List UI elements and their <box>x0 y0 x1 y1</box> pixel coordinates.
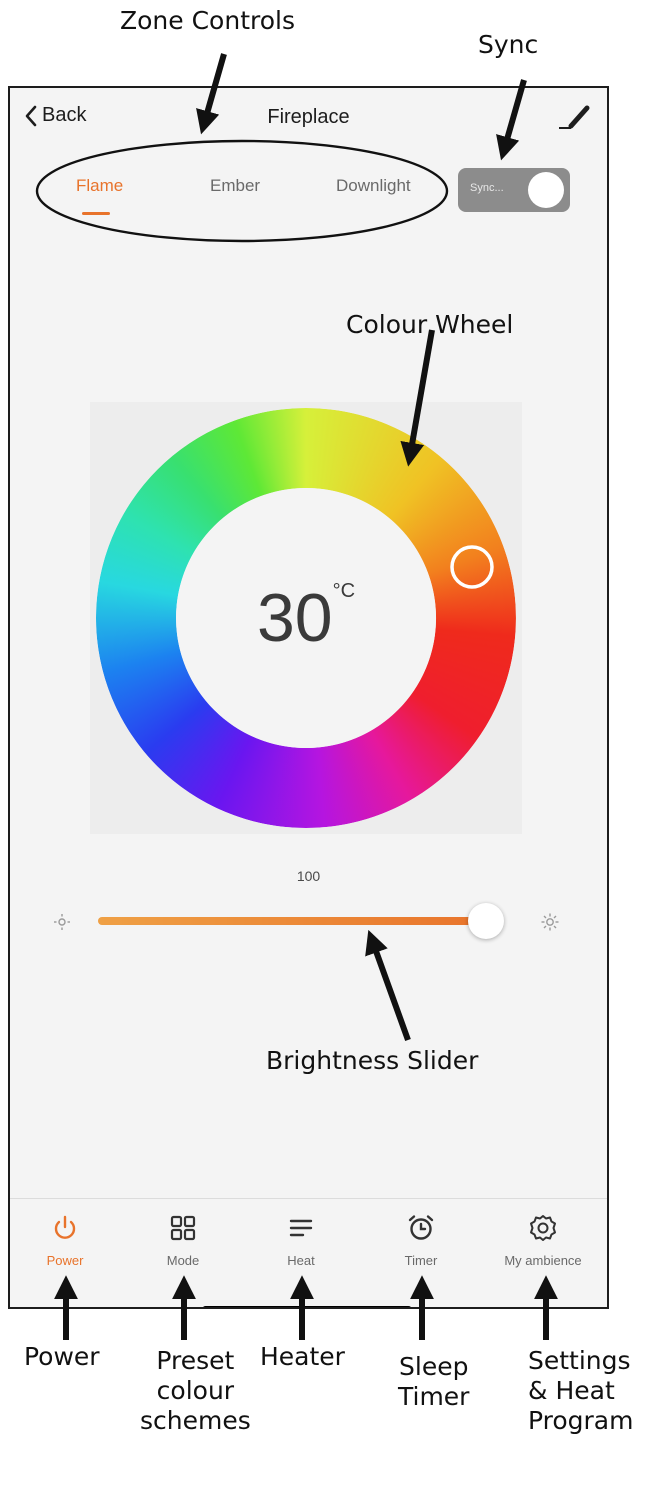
annotation-sleep-line1: Sleep <box>399 1352 469 1381</box>
tabbar-mode-label: Mode <box>166 1253 200 1268</box>
sync-label: Sync... <box>470 182 504 194</box>
annotation-sync: Sync <box>478 30 539 59</box>
annotation-power: Power <box>24 1342 100 1371</box>
bottom-tab-bar: Power Mode Heat Timer My ambience <box>10 1198 607 1307</box>
gear-icon <box>530 1215 556 1241</box>
tab-downlight[interactable]: Downlight <box>336 176 411 196</box>
tabbar-my-ambience-label: My ambience <box>504 1253 582 1268</box>
tabbar-timer[interactable]: Timer <box>366 1213 476 1268</box>
brightness-high-icon <box>541 913 559 931</box>
tab-active-indicator <box>82 212 110 215</box>
annotation-settings-line1: Settings <box>528 1346 631 1375</box>
tab-ember[interactable]: Ember <box>210 176 260 196</box>
annotation-settings-line3: Program <box>528 1406 634 1435</box>
zone-tabs: Flame Ember Downlight <box>40 170 460 220</box>
lines-icon <box>289 1219 313 1237</box>
phone-screen: Back Fireplace Flame Ember Downlight Syn… <box>8 86 609 1309</box>
alarm-clock-icon <box>408 1215 434 1240</box>
annotation-preset-colour-schemes: Preset colour schemes <box>140 1346 251 1436</box>
annotation-brightness-slider: Brightness Slider <box>266 1046 479 1075</box>
tabbar-mode[interactable]: Mode <box>128 1213 238 1268</box>
tabbar-heat-label: Heat <box>287 1253 315 1268</box>
annotation-sleep-line2: Timer <box>398 1382 470 1411</box>
annotation-heater: Heater <box>260 1342 345 1371</box>
page-title: Fireplace <box>267 106 350 128</box>
tabbar-timer-label: Timer <box>404 1253 438 1268</box>
home-indicator <box>202 1306 412 1307</box>
brightness-value: 100 <box>296 868 321 884</box>
annotation-settings-heat-program: Settings & Heat Program <box>528 1346 633 1436</box>
annotation-preset-line2: colour <box>156 1376 235 1405</box>
pen-icon[interactable] <box>557 102 591 132</box>
annotation-colour-wheel: Colour Wheel <box>346 310 514 339</box>
brightness-slider[interactable] <box>98 903 504 939</box>
tabbar-heat[interactable]: Heat <box>246 1213 356 1268</box>
wheel-center <box>176 488 436 748</box>
tabbar-my-ambience[interactable]: My ambience <box>488 1213 598 1268</box>
brightness-low-icon <box>54 914 70 930</box>
colour-wheel-panel: 30 °C <box>90 402 522 834</box>
tab-flame[interactable]: Flame <box>76 176 123 196</box>
sync-toggle[interactable]: Sync... <box>458 168 570 212</box>
tabbar-power[interactable]: Power <box>10 1213 120 1268</box>
annotation-zone-controls: Zone Controls <box>120 6 295 35</box>
tabbar-power-label: Power <box>46 1253 84 1268</box>
annotation-preset-line3: schemes <box>140 1406 251 1435</box>
annotation-settings-line2: & Heat <box>528 1376 615 1405</box>
power-icon <box>54 1215 76 1239</box>
grid-icon <box>170 1215 196 1241</box>
brightness-thumb[interactable] <box>468 903 504 939</box>
sync-toggle-knob <box>528 172 564 208</box>
brightness-track <box>98 917 494 925</box>
colour-wheel[interactable] <box>90 402 522 834</box>
annotation-sleep-timer: Sleep Timer <box>398 1352 469 1412</box>
annotation-preset-line1: Preset <box>156 1346 235 1375</box>
nav-bar: Back Fireplace <box>10 88 607 148</box>
